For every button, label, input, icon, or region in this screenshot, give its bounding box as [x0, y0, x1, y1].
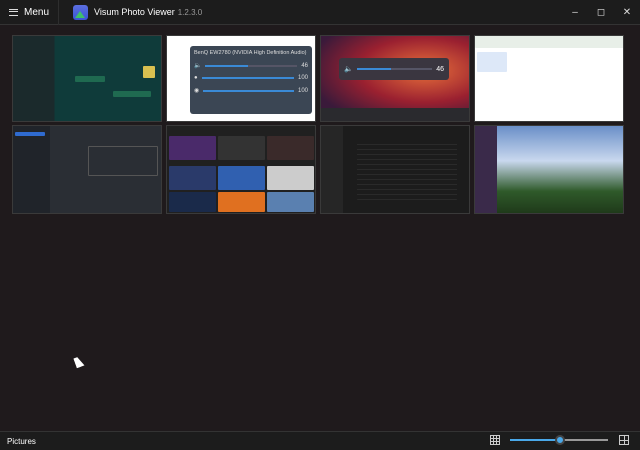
speaker-icon: 🔈 [194, 63, 202, 69]
app2-volume: 100 [297, 87, 308, 94]
thumbnail-grid: BenQ EW2780 (NVIDIA High Definition Audi… [12, 35, 624, 214]
speaker-icon: 🔈 [344, 66, 353, 73]
app-version: 1.2.3.0 [177, 8, 203, 17]
hamburger-icon [9, 8, 18, 16]
volume-flyout: 🔈 46 [339, 58, 449, 80]
thumbnail-file-explorer[interactable] [320, 125, 470, 214]
folder-name: Pictures [7, 436, 36, 446]
app1-volume: 100 [297, 75, 308, 81]
app-name: Visum Photo Viewer [94, 7, 175, 17]
minimize-button[interactable]: – [562, 7, 588, 18]
thumbnail-sky-photo[interactable] [474, 125, 624, 214]
slider-thumb[interactable] [554, 435, 565, 445]
large-grid-icon[interactable] [619, 435, 629, 445]
menu-label: Menu [24, 6, 50, 18]
menu-button[interactable]: Menu [0, 0, 60, 25]
audio-device-name: BenQ EW2780 (NVIDIA High Definition Audi… [194, 50, 307, 56]
mouse-cursor [73, 355, 85, 369]
sound-panel: BenQ EW2780 (NVIDIA High Definition Audi… [190, 46, 312, 114]
close-button[interactable]: ✕ [614, 7, 640, 18]
slider-fill [510, 439, 560, 441]
app-icon [73, 4, 89, 20]
app-icon-1: ● [194, 75, 198, 81]
thumbnail-volume-flyout[interactable]: 🔈 46 [320, 35, 470, 122]
maximize-button[interactable]: ◻ [588, 7, 614, 18]
chrome-icon: ◉ [194, 88, 200, 94]
flyout-volume: 46 [436, 65, 444, 73]
thumbnail-sound-mixer[interactable]: BenQ EW2780 (NVIDIA High Definition Audi… [166, 35, 316, 122]
small-grid-icon[interactable] [490, 435, 500, 445]
title-bar: Menu Visum Photo Viewer 1.2.3.0 – ◻ ✕ [0, 0, 640, 25]
master-volume: 46 [301, 62, 308, 69]
thumbnail-explorer-window[interactable] [474, 35, 624, 122]
thumbnail-size-slider[interactable] [510, 435, 608, 445]
thumbnail-whatsapp[interactable] [12, 35, 162, 122]
thumbnail-wallpapers[interactable] [166, 125, 316, 214]
thumbnail-settings[interactable] [12, 125, 162, 214]
app-title: Visum Photo Viewer 1.2.3.0 [94, 7, 202, 17]
